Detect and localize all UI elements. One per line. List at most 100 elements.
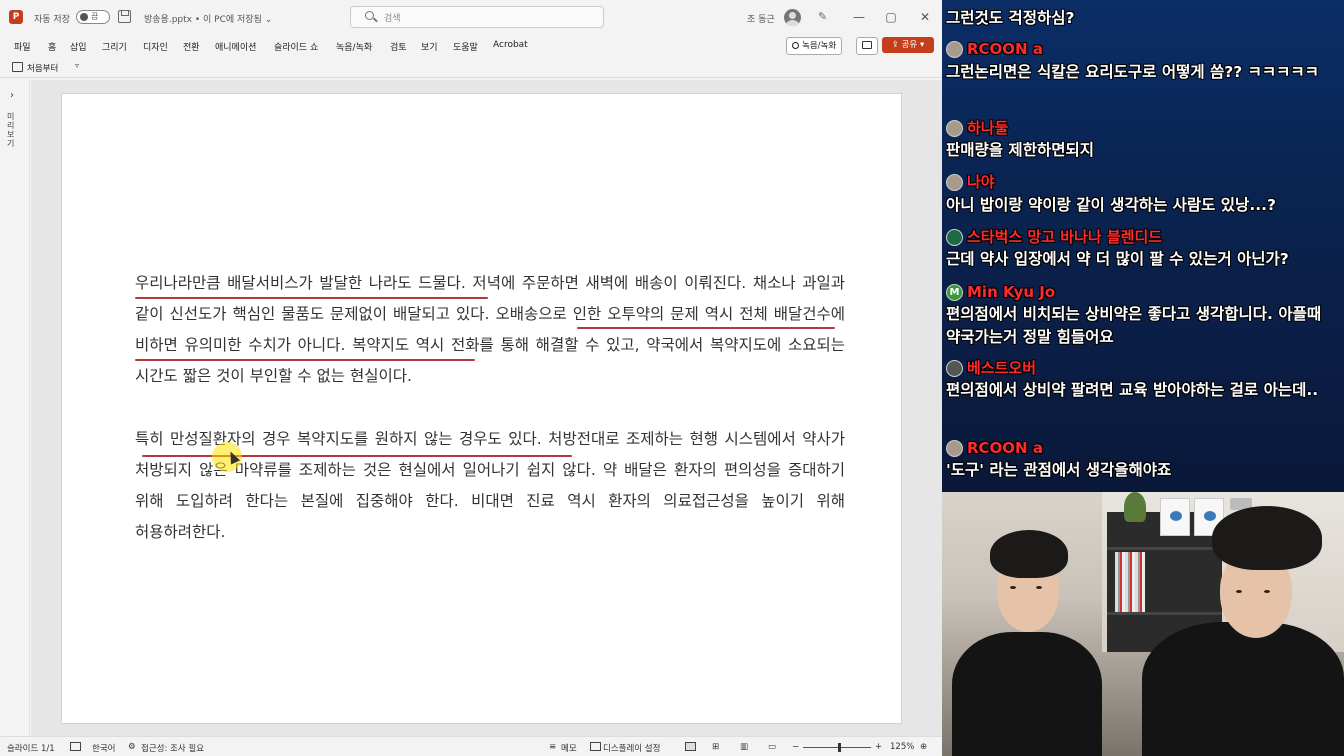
accessibility-status[interactable]: 접근성: 조사 필요: [141, 742, 204, 754]
tab-slideshow[interactable]: 슬라이드 쇼: [274, 40, 318, 53]
reading-view-icon[interactable]: ▥: [740, 742, 748, 752]
chat-username: 하나둘: [967, 119, 1009, 137]
record-label: 녹음/녹화: [802, 41, 837, 51]
minimize-button[interactable]: —: [852, 10, 866, 24]
chat-message-text: 아니 밥이랑 약이랑 같이 생각하는 사람도 있낭...?: [946, 196, 1276, 214]
chat-message-text: 판매량을 제한하면되지: [946, 141, 1094, 159]
chat-avatar: [946, 440, 963, 457]
chat-message-text: 근데 약사 입장에서 약 더 많이 팔 수 있는거 아닌가?: [946, 250, 1289, 268]
tab-file[interactable]: 파일: [14, 40, 31, 53]
slide-workspace: 우리나라만큼 배달서비스가 발달한 나라도 드물다. 저녁에 주문하면 새벽에 …: [31, 80, 942, 736]
chat-avatar: [946, 41, 963, 58]
powerpoint-logo-icon: P: [9, 10, 23, 24]
tab-acrobat[interactable]: Acrobat: [493, 40, 528, 50]
annotation-underline: [142, 455, 572, 457]
pen-icon[interactable]: ✎: [818, 11, 830, 23]
chat-message-text: 편의점에서 비치되는 상비약은 좋다고 생각합니다. 아플때 약국가는거 정말 …: [946, 305, 1322, 346]
notes-icon[interactable]: ≡: [549, 742, 556, 752]
chat-username: RCOON a: [967, 439, 1043, 457]
display-settings-icon[interactable]: [590, 742, 601, 751]
tab-draw[interactable]: 그리기: [102, 40, 127, 53]
comment-icon: [862, 41, 872, 49]
tab-transitions[interactable]: 전환: [183, 40, 200, 53]
slideshow-view-icon[interactable]: ▭: [768, 742, 776, 752]
eye: [1010, 586, 1016, 589]
chat-message-text: 그런논리면은 식칼은 요리도구로 어떻게 씀?? ㅋㅋㅋㅋㅋ: [946, 63, 1319, 81]
chat-avatar: M: [946, 284, 963, 301]
language-indicator[interactable]: 한국어: [92, 742, 115, 754]
slide-canvas[interactable]: 우리나라만큼 배달서비스가 발달한 나라도 드물다. 저녁에 주문하면 새벽에 …: [61, 93, 902, 724]
search-icon: [365, 11, 374, 20]
autosave-toggle[interactable]: 끔: [76, 10, 110, 24]
from-beginning-button[interactable]: 처음부터: [27, 62, 58, 74]
chat-avatar: [946, 120, 963, 137]
powerpoint-window: P 자동 저장 끔 방송용.pptx • 이 PC에 저장됨 ⌄ 검색 조 동근…: [0, 0, 942, 756]
notes-button[interactable]: 메모: [561, 742, 577, 754]
zoom-in-button[interactable]: +: [875, 742, 882, 752]
starbucks-avatar: [946, 229, 963, 246]
chat-username: 나야: [967, 173, 995, 191]
tab-home[interactable]: 홈: [48, 40, 56, 53]
chat-message-text: 편의점에서 상비약 팔려면 교육 받아야하는 걸로 아는데..: [946, 381, 1319, 399]
hair: [990, 530, 1068, 578]
annotation-underline: [135, 297, 488, 299]
annotation-underline: [135, 359, 475, 361]
spellcheck-book-icon[interactable]: [70, 742, 81, 751]
tab-review[interactable]: 검토: [390, 40, 407, 53]
quick-access-toolbar: 처음부터 ▿: [0, 58, 942, 78]
user-avatar[interactable]: [784, 9, 801, 26]
chat-message-text: '도구' 라는 관점에서 생각을해야죠: [946, 461, 1172, 479]
slide-counter: 슬라이드 1/1: [7, 744, 55, 754]
slide-paragraph-1[interactable]: 우리나라만큼 배달서비스가 발달한 나라도 드물다. 저녁에 주문하면 새벽에 …: [135, 268, 845, 392]
display-settings-button[interactable]: 디스플레이 설정: [603, 742, 660, 754]
annotation-underline: [577, 327, 835, 329]
maximize-button[interactable]: ▢: [884, 10, 898, 24]
expand-pane-chevron-icon[interactable]: ›: [10, 90, 14, 101]
tab-record[interactable]: 녹음/녹화: [336, 40, 372, 53]
search-placeholder: 검색: [384, 14, 401, 24]
autosave-state: 끔: [91, 12, 99, 21]
fit-slide-icon[interactable]: ⊕: [920, 742, 927, 752]
slide-sorter-icon[interactable]: ⊞: [712, 742, 719, 752]
chat-username: 베스트오버: [967, 359, 1037, 377]
tab-view[interactable]: 보기: [421, 40, 438, 53]
ribbon-tabs: 파일 홈 삽입 그리기 디자인 전환 애니메이션 슬라이드 쇼 녹음/녹화 검토…: [0, 34, 942, 56]
zoom-slider-track[interactable]: [803, 747, 871, 748]
normal-view-icon[interactable]: [685, 742, 696, 751]
share-button[interactable]: ⇪ 공유 ▾: [882, 37, 934, 53]
zoom-slider-thumb[interactable]: [838, 743, 841, 752]
zoom-level[interactable]: 125%: [890, 742, 914, 752]
slide-paragraph-2[interactable]: 특히 만성질환자의 경우 복약지도를 원하지 않는 경우도 있다. 처방전대로 …: [135, 424, 845, 548]
tab-insert[interactable]: 삽입: [70, 40, 87, 53]
hair: [1212, 506, 1322, 570]
chat-username: RCOON a: [967, 40, 1043, 58]
zoom-out-button[interactable]: −: [792, 742, 799, 752]
live-chat-overlay: 그런것도 걱정하심? RCOON a 그런논리면은 식칼은 요리도구로 어떻게 …: [942, 0, 1344, 492]
document-title[interactable]: 방송용.pptx • 이 PC에 저장됨 ⌄: [144, 12, 272, 25]
accessibility-icon[interactable]: ⚙: [128, 742, 136, 752]
chat-avatar: [946, 174, 963, 191]
slideshow-start-icon[interactable]: [12, 62, 23, 72]
user-name: 조 동근: [747, 15, 775, 25]
eye: [1264, 590, 1270, 593]
customize-toolbar-icon[interactable]: ▿: [75, 61, 79, 70]
save-icon[interactable]: [118, 10, 131, 23]
tab-animations[interactable]: 애니메이션: [215, 40, 256, 53]
record-button[interactable]: 녹음/녹화: [786, 37, 843, 55]
streamer-right: [1132, 502, 1344, 756]
comments-button[interactable]: [856, 37, 878, 55]
record-icon: [792, 42, 799, 49]
toggle-knob: [80, 13, 88, 21]
thumbnail-pane-label[interactable]: 미리보기: [7, 112, 19, 148]
tab-design[interactable]: 디자인: [143, 40, 168, 53]
tab-help[interactable]: 도움말: [453, 40, 478, 53]
title-bar: P 자동 저장 끔 방송용.pptx • 이 PC에 저장됨 ⌄ 검색 조 동근…: [0, 0, 942, 34]
chat-username: Min Kyu Jo: [967, 283, 1056, 301]
black-tshirt: [952, 632, 1102, 756]
close-button[interactable]: ✕: [918, 10, 932, 24]
chat-message-text: 그런것도 걱정하심?: [946, 9, 1075, 27]
status-bar: 슬라이드 1/1 한국어 ⚙ 접근성: 조사 필요 ≡ 메모 디스플레이 설정 …: [0, 736, 942, 756]
autosave-label: 자동 저장: [34, 15, 70, 25]
eye: [1036, 586, 1042, 589]
search-box[interactable]: 검색: [350, 6, 604, 28]
